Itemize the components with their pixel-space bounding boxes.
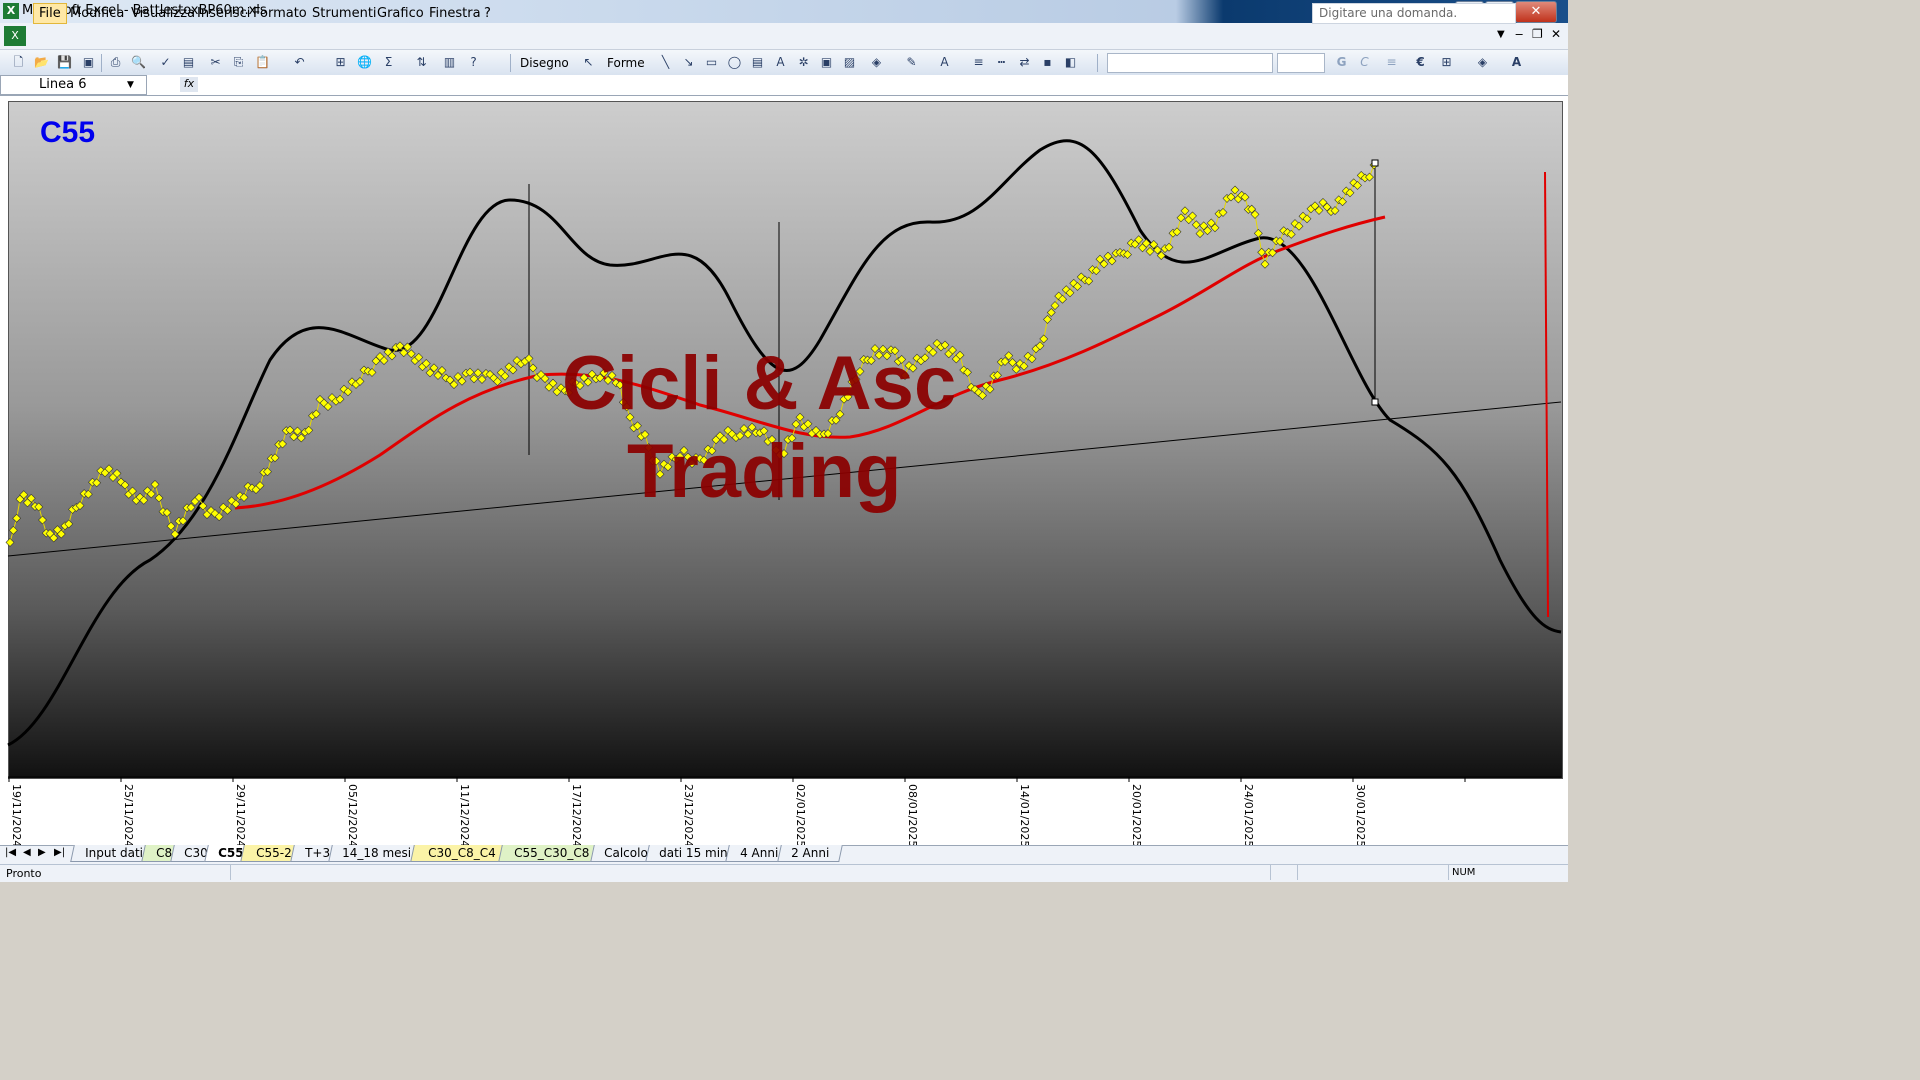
selection-handle [1371, 159, 1379, 167]
last-sheet-button[interactable]: ▶| [54, 847, 65, 858]
sheet-tab-label: C30_C8_C4 [428, 846, 496, 860]
price-marker [5, 537, 15, 547]
status-divider [1297, 865, 1298, 880]
x-tick-label: 08/01/2025 [906, 784, 919, 847]
status-divider [1270, 865, 1271, 880]
sheet-tab-label: C8 [156, 846, 173, 860]
x-tick-label: 02/01/2025 [794, 784, 807, 847]
next-sheet-button[interactable]: ▶ [38, 847, 46, 858]
price-marker [1253, 228, 1263, 238]
x-tick-label: 17/12/2024 [570, 784, 583, 847]
x-tick-label: 05/12/2024 [346, 784, 359, 847]
x-tick-label: 29/11/2024 [234, 784, 247, 847]
price-marker [1039, 334, 1049, 344]
status-divider [230, 865, 231, 880]
status-text: Pronto [6, 867, 42, 880]
price-marker [38, 515, 47, 525]
price-marker [1043, 314, 1052, 324]
x-tick-label: 14/01/2025 [1018, 784, 1031, 847]
price-marker [1260, 259, 1270, 269]
num-lock-indicator: NUM [1452, 867, 1476, 878]
status-divider [1448, 865, 1449, 880]
sheet-tab-label: T+3 [305, 846, 331, 860]
sheet-tab-label: 2 Anni [790, 846, 830, 860]
price-marker [406, 349, 416, 359]
price-marker [8, 525, 18, 535]
x-tick-label: 25/11/2024 [122, 784, 135, 847]
price-marker [1145, 246, 1155, 256]
x-tick-label: 19/11/2024 [10, 784, 23, 847]
watermark-line1: Cicli & Asc [562, 341, 957, 426]
price-marker [1176, 213, 1186, 223]
status-bar [0, 864, 1568, 882]
sheet-tab-label: 4 Anni [739, 846, 779, 860]
price-marker [1191, 220, 1201, 230]
price-marker [528, 363, 538, 373]
sheet-tab-label: Calcolo [603, 846, 648, 860]
price-marker [1046, 308, 1056, 317]
sheet-tab-label: C55_C30_C8 [514, 846, 590, 860]
sheet-tab-2-anni[interactable]: 2 Anni [777, 845, 843, 862]
x-tick-label: 30/01/2025 [1354, 784, 1367, 847]
x-tick-label: 24/01/2025 [1242, 784, 1255, 847]
price-marker [1180, 206, 1190, 216]
chart-title[interactable]: C55 [40, 116, 95, 150]
prev-sheet-button[interactable]: ◀ [23, 847, 31, 858]
x-tick-label: 11/12/2024 [458, 784, 471, 847]
price-marker [1195, 229, 1205, 239]
price-marker [12, 513, 22, 523]
x-tick-label: 20/01/2025 [1130, 784, 1143, 847]
first-sheet-button[interactable]: |◀ [5, 847, 16, 858]
sheet-tab-label: dati 15 min [658, 846, 728, 860]
price-marker [166, 521, 176, 531]
price-marker [1050, 301, 1060, 311]
sheet-tab-label: C55-2 [255, 846, 292, 860]
watermark-line2: Trading [627, 429, 902, 514]
red-vertical-line [1544, 171, 1549, 618]
sheet-tab-label: 14_18 mesi [342, 846, 412, 860]
price-marker [150, 479, 160, 489]
price-marker [1008, 358, 1017, 367]
price-marker [1230, 185, 1240, 195]
sheet-tab-label: Input dati [85, 846, 144, 860]
price-marker [154, 493, 164, 503]
x-tick-label: 23/12/2024 [682, 784, 695, 847]
selection-handle [1371, 398, 1379, 406]
